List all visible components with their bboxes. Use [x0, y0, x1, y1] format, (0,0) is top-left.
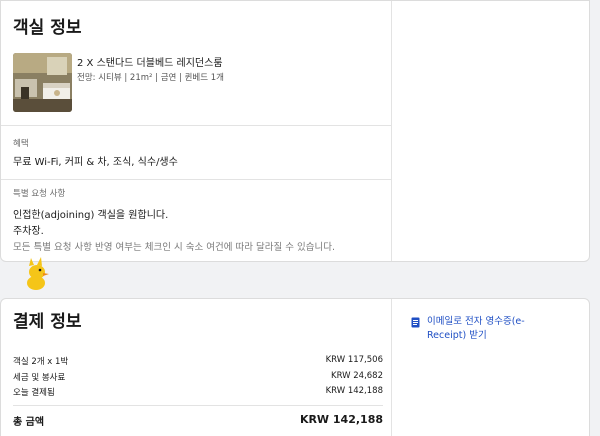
section-divider	[1, 179, 391, 180]
payment-row-value: KRW 24,682	[331, 371, 383, 381]
payment-row-label: 세금 및 봉사료	[13, 373, 66, 383]
room-thumbnail[interactable]	[13, 53, 72, 112]
column-divider	[391, 1, 392, 261]
room-details: 전망: 시티뷰 | 21m² | 금연 | 퀸베드 1개	[77, 73, 225, 83]
payment-row-value: KRW 142,188	[325, 386, 383, 396]
room-info-card: 객실 정보 2 X 스탠다드 더블베드 레지던스룸 전망: 시티뷰 | 21m²…	[0, 0, 590, 262]
room-section-title: 객실 정보	[13, 18, 82, 38]
email-receipt-link-label[interactable]: 이메일로 전자 영수증(e-Receipt) 받기	[411, 315, 561, 343]
benefits-label: 혜택	[13, 139, 29, 149]
total-value: KRW 142,188	[299, 413, 383, 426]
payment-section-title: 결제 정보	[13, 312, 82, 332]
special-request-item: 인접한(adjoining) 객실을 원합니다.	[13, 210, 169, 221]
column-divider	[391, 299, 392, 436]
room-name: 2 X 스탠다드 더블베드 레지던스룸	[77, 58, 223, 69]
benefits-text: 무료 Wi-Fi, 커피 & 차, 조식, 식수/생수	[13, 157, 178, 168]
payment-row-label: 오늘 결제됨	[13, 388, 55, 398]
payment-row-label: 객실 2개 x 1박	[13, 357, 69, 367]
payment-info-card: 결제 정보 객실 2개 x 1박 KRW 117,506 세금 및 봉사료 KR…	[0, 298, 590, 436]
special-request-item: 주차장.	[13, 226, 44, 237]
section-divider	[1, 125, 391, 126]
total-label: 총 금액	[13, 417, 45, 428]
duck-mascot-icon	[22, 256, 52, 290]
payment-row-value: KRW 117,506	[325, 355, 383, 365]
special-requests-label: 특별 요청 사항	[13, 189, 66, 199]
special-requests-note: 모든 특별 요청 사항 반영 여부는 체크인 시 숙소 여건에 따라 달라질 수…	[13, 242, 335, 253]
total-divider	[13, 405, 383, 406]
email-receipt-link[interactable]: 이메일로 전자 영수증(e-Receipt) 받기	[411, 315, 561, 343]
document-icon	[411, 317, 420, 328]
